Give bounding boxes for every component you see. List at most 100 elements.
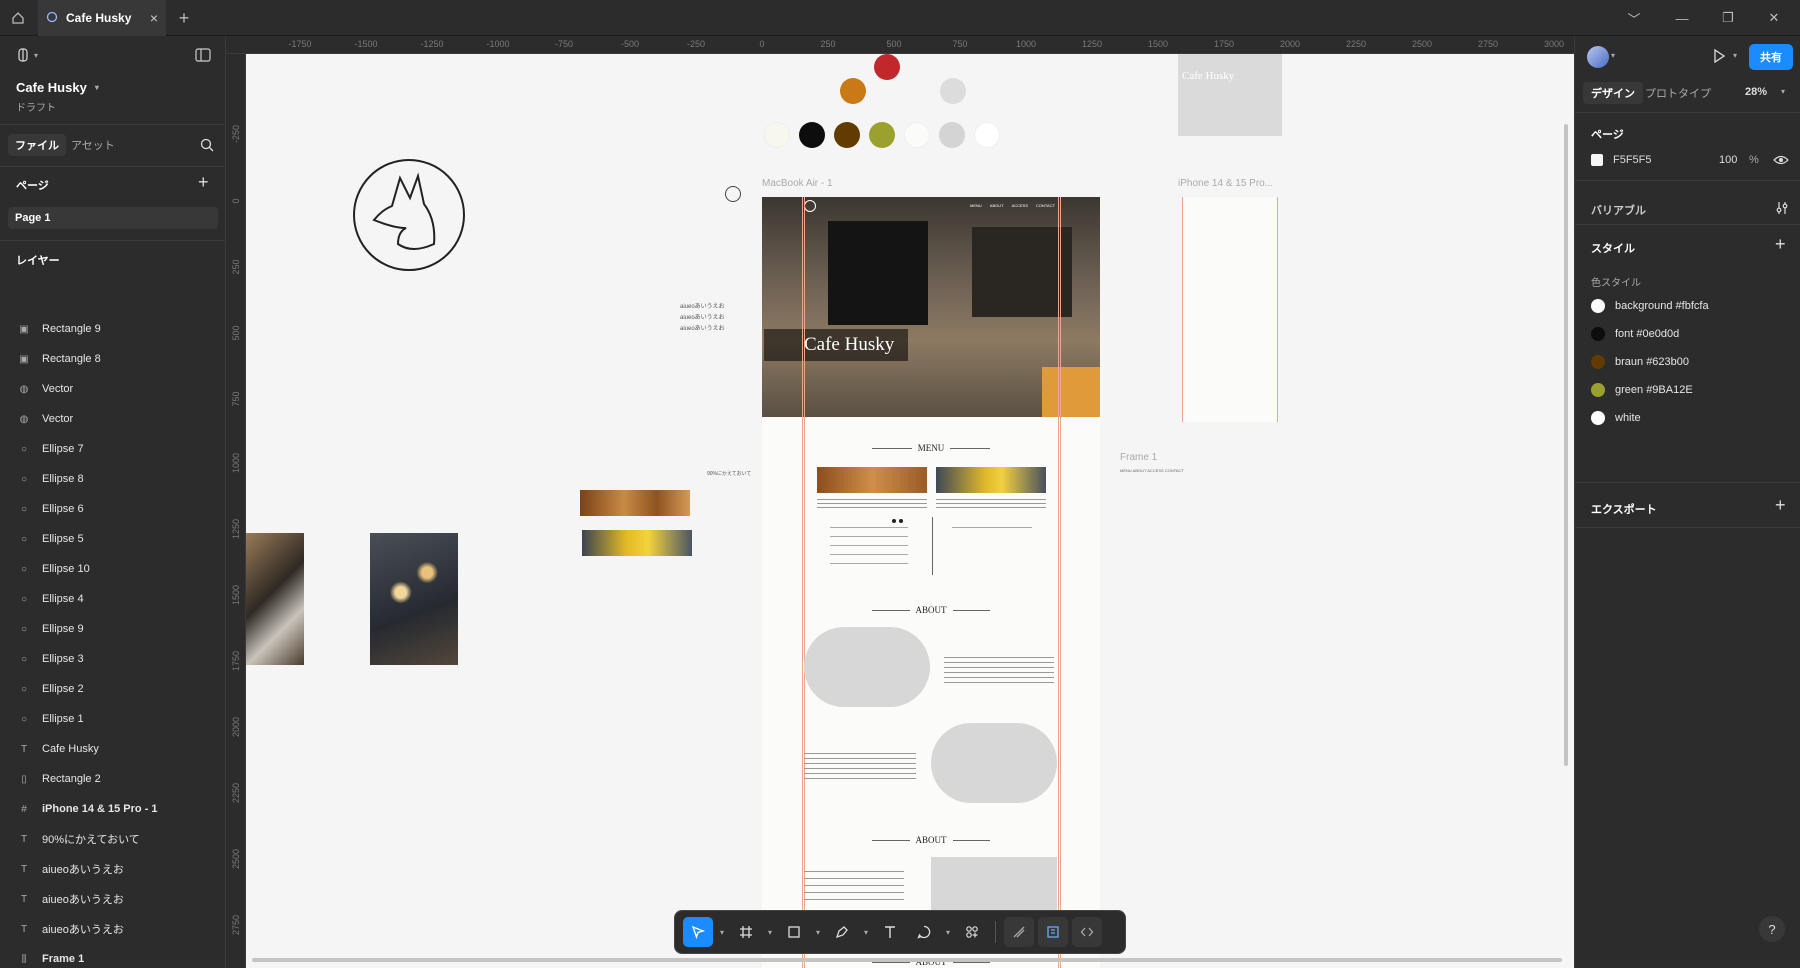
nav-logo-icon[interactable] xyxy=(804,200,816,212)
layer-item[interactable]: ▣ Rectangle 8 xyxy=(0,344,225,374)
tab-prototype[interactable]: プロトタイプ xyxy=(1639,82,1717,104)
layer-item[interactable]: ○ Ellipse 2 xyxy=(0,674,225,704)
chevron-down-icon[interactable]: ▾ xyxy=(943,928,953,937)
maximize-button[interactable]: ❐ xyxy=(1706,0,1750,36)
chevron-down-icon[interactable]: ▾ xyxy=(861,928,871,937)
close-icon[interactable]: × xyxy=(150,10,158,26)
share-button[interactable]: 共有 xyxy=(1749,44,1793,70)
design-mode-icon[interactable] xyxy=(1038,917,1068,947)
dev-mode-icon[interactable] xyxy=(1072,917,1102,947)
file-name[interactable]: Cafe Husky ▾ xyxy=(16,80,99,95)
palette-ellipse[interactable] xyxy=(834,122,860,148)
color-style-item[interactable]: braun #623b00 xyxy=(1591,355,1689,369)
tab-file[interactable]: Cafe Husky × xyxy=(38,0,166,36)
layer-item[interactable]: ▯ Rectangle 2 xyxy=(0,764,225,794)
add-export-button[interactable]: + xyxy=(1775,495,1786,516)
layer-item[interactable]: ○ Ellipse 9 xyxy=(0,614,225,644)
components-tool-icon[interactable] xyxy=(957,917,987,947)
layer-item[interactable]: ⫼ Frame 1 xyxy=(0,944,225,968)
horizontal-scrollbar[interactable] xyxy=(252,958,1562,962)
chevron-down-icon[interactable]: ﹀ xyxy=(1612,0,1656,36)
sample-text-block[interactable]: aiueoあいうえお aiueoあいうえお aiueoあいうえお xyxy=(680,302,725,335)
macbook-frame[interactable]: MENU ABOUT ACCESS CONTACT Cafe Husky MEN… xyxy=(762,197,1100,968)
tab-files[interactable]: ファイル xyxy=(8,134,66,156)
layer-item[interactable]: ◍ Vector xyxy=(0,374,225,404)
layer-item[interactable]: ○ Ellipse 7 xyxy=(0,434,225,464)
layer-item[interactable]: ○ Ellipse 3 xyxy=(0,644,225,674)
macbook-frame-label[interactable]: MacBook Air - 1 xyxy=(762,178,833,189)
layer-item[interactable]: ○ Ellipse 10 xyxy=(0,554,225,584)
vertical-scrollbar[interactable] xyxy=(1564,124,1568,766)
play-icon[interactable] xyxy=(1711,48,1727,69)
text-tool-icon[interactable] xyxy=(875,917,905,947)
search-icon[interactable] xyxy=(200,138,214,157)
iphone-frame-label[interactable]: iPhone 14 & 15 Pro... xyxy=(1178,178,1273,189)
ellipse-orange[interactable] xyxy=(840,78,866,104)
chevron-down-icon[interactable]: ▾ xyxy=(813,928,823,937)
chevron-down-icon[interactable]: ▾ xyxy=(765,928,775,937)
rectangle-tool-icon[interactable] xyxy=(779,917,809,947)
zoom-level[interactable]: 28% xyxy=(1745,86,1767,98)
tab-assets[interactable]: アセット xyxy=(64,134,122,156)
layer-item[interactable]: Taiueoあいうえお xyxy=(0,884,225,914)
nav-about[interactable]: ABOUT xyxy=(990,203,1004,208)
page-color-value[interactable]: F5F5F5 xyxy=(1613,154,1652,166)
ellipse-red[interactable] xyxy=(874,54,900,80)
layer-item[interactable]: ◍ Vector xyxy=(0,404,225,434)
note-text[interactable]: 90%にかえておいて xyxy=(707,470,751,477)
layer-item[interactable]: ○ Ellipse 4 xyxy=(0,584,225,614)
ellipse-light-gray[interactable] xyxy=(940,78,966,104)
layer-item[interactable]: Taiueoあいうえお xyxy=(0,854,225,884)
help-button[interactable]: ? xyxy=(1759,916,1785,942)
eye-icon[interactable] xyxy=(1773,153,1789,172)
cafe-husky-card[interactable]: Cafe Husky xyxy=(1178,54,1282,136)
chevron-down-icon[interactable]: ▾ xyxy=(1733,51,1737,60)
add-style-button[interactable]: + xyxy=(1775,234,1786,255)
chevron-down-icon[interactable]: ▾ xyxy=(1781,87,1785,96)
frame-tool-icon[interactable] xyxy=(731,917,761,947)
palette-ellipse[interactable] xyxy=(764,122,790,148)
nav-menu[interactable]: MENU xyxy=(970,203,982,208)
palette-ellipse[interactable] xyxy=(974,122,1000,148)
variables-settings-icon[interactable] xyxy=(1775,201,1789,220)
layer-item[interactable]: T 90%にかえておいて xyxy=(0,824,225,854)
page-color-swatch[interactable] xyxy=(1591,154,1603,166)
tab-design[interactable]: デザイン xyxy=(1583,82,1643,104)
pen-tool-icon[interactable] xyxy=(827,917,857,947)
color-style-item[interactable]: background #fbfcfa xyxy=(1591,299,1709,313)
nav-contact[interactable]: CONTACT xyxy=(1036,203,1055,208)
canvas[interactable]: Cafe Husky aiueoあいうえお aiueoあいうえお aiueoあい… xyxy=(246,54,1574,968)
small-logo-icon[interactable] xyxy=(725,186,741,202)
sidebar-toggle-icon[interactable] xyxy=(195,48,211,67)
layer-item[interactable]: # iPhone 14 & 15 Pro - 1 xyxy=(0,794,225,824)
frame1-nav[interactable]: MENU ABOUT ACCESS CONTACT xyxy=(1120,468,1184,473)
main-menu-button[interactable]: ▾ xyxy=(16,48,38,62)
photo-cafe-lamps[interactable] xyxy=(370,533,458,665)
layer-item[interactable]: T Cafe Husky xyxy=(0,734,225,764)
photo-cafe-barista[interactable] xyxy=(246,533,304,665)
layer-item[interactable]: ○ Ellipse 8 xyxy=(0,464,225,494)
add-page-button[interactable]: + xyxy=(198,172,209,193)
home-icon[interactable] xyxy=(0,0,36,36)
photo-bread[interactable] xyxy=(580,490,690,516)
palette-ellipse[interactable] xyxy=(799,122,825,148)
color-style-item[interactable]: white xyxy=(1591,411,1641,425)
nav-access[interactable]: ACCESS xyxy=(1012,203,1028,208)
palette-ellipse[interactable] xyxy=(904,122,930,148)
new-tab-button[interactable]: + xyxy=(172,0,196,36)
draw-mode-icon[interactable] xyxy=(1004,917,1034,947)
page-item-page-1[interactable]: Page 1 xyxy=(8,207,218,229)
iphone-frame[interactable] xyxy=(1182,197,1278,422)
layer-item[interactable]: Taiueoあいうえお xyxy=(0,914,225,944)
photo-flowers[interactable] xyxy=(582,530,692,556)
chevron-down-icon[interactable]: ▾ xyxy=(1611,51,1615,60)
palette-ellipse[interactable] xyxy=(869,122,895,148)
minimize-button[interactable]: — xyxy=(1660,0,1704,36)
avatar[interactable] xyxy=(1587,46,1609,68)
close-window-button[interactable]: ✕ xyxy=(1752,0,1796,36)
palette-ellipse[interactable] xyxy=(939,122,965,148)
layer-item[interactable]: ○ Ellipse 5 xyxy=(0,524,225,554)
move-tool-icon[interactable] xyxy=(683,917,713,947)
frame1-label[interactable]: Frame 1 xyxy=(1120,452,1157,463)
husky-logo[interactable] xyxy=(352,158,466,272)
